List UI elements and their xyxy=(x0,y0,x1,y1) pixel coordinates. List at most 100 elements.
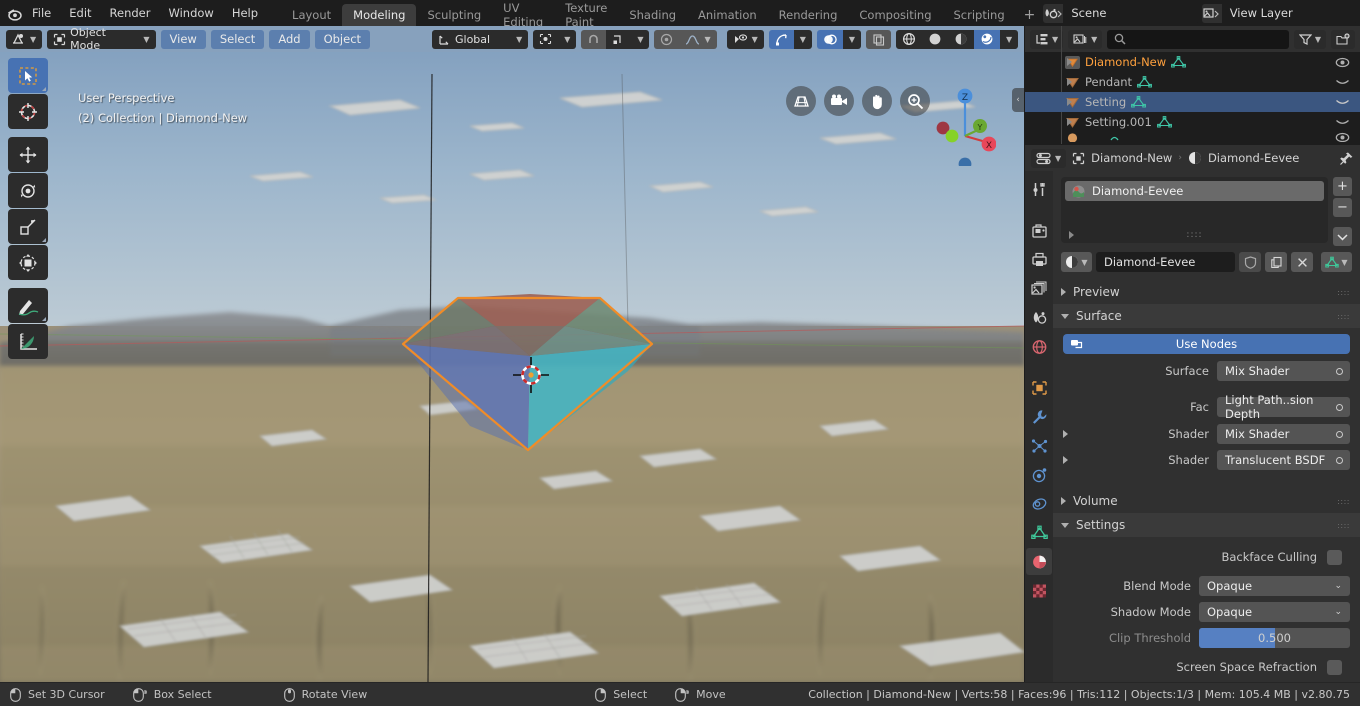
material-slot-specials-button[interactable] xyxy=(1333,227,1352,246)
transform-tool[interactable] xyxy=(8,245,48,280)
eye-closed-icon[interactable] xyxy=(1335,98,1350,107)
remove-material-slot-button[interactable]: − xyxy=(1333,198,1352,217)
cursor-tool[interactable] xyxy=(8,94,48,129)
snap-dropdown[interactable]: ▼ xyxy=(631,29,650,49)
workspace-tab-modeling[interactable]: Modeling xyxy=(342,4,417,26)
material-slot-list[interactable]: Diamond-Eevee :::: xyxy=(1061,177,1328,243)
workspace-tab-compositing[interactable]: Compositing xyxy=(848,4,942,26)
shading-rendered-icon[interactable] xyxy=(973,29,1000,49)
scene-selector[interactable]: Scene xyxy=(1043,3,1198,23)
menu-window[interactable]: Window xyxy=(159,3,222,23)
add-workspace-button[interactable]: + xyxy=(1016,4,1044,26)
properties-tab-tool[interactable] xyxy=(1026,176,1052,203)
properties-tab-modifiers[interactable] xyxy=(1026,403,1052,430)
properties-tab-render[interactable] xyxy=(1026,217,1052,244)
unlink-material-button[interactable] xyxy=(1291,252,1313,272)
menu-help[interactable]: Help xyxy=(223,3,267,23)
view-layer-icon[interactable] xyxy=(1201,3,1222,23)
viewport-sidepanel-toggle[interactable]: ‹ xyxy=(1012,88,1024,112)
outliner-row-setting-001[interactable]: Setting.001 xyxy=(1025,112,1360,132)
workspace-tab-shading[interactable]: Shading xyxy=(618,4,687,26)
panel-header-volume[interactable]: Volume :::: xyxy=(1053,489,1360,513)
workspace-tab-animation[interactable]: Animation xyxy=(687,4,768,26)
workspace-tab-uv-editing[interactable]: UV Editing xyxy=(492,1,554,29)
gizmo-icon[interactable] xyxy=(768,29,794,49)
material-slot-item[interactable]: Diamond-Eevee xyxy=(1065,181,1324,201)
browse-material-icon[interactable]: ▼ xyxy=(1061,252,1092,272)
expand-triangle-icon[interactable] xyxy=(1067,118,1072,126)
breadcrumb-object-name[interactable]: Diamond-New xyxy=(1091,151,1172,165)
viewport-menu-object[interactable]: Object xyxy=(314,29,371,49)
mesh-data-icon[interactable] xyxy=(1137,75,1153,89)
shader-value-field-1[interactable]: Mix Shader xyxy=(1217,424,1350,444)
surface-value-field[interactable]: Mix Shader xyxy=(1217,361,1350,381)
interaction-mode-selector[interactable]: Object Mode ▼ xyxy=(47,26,156,52)
properties-tab-object[interactable] xyxy=(1026,374,1052,401)
properties-editor[interactable]: ▼ Diamond-New › Diamond-Eevee Diamond-Ee… xyxy=(1025,145,1360,682)
shadow-mode-dropdown[interactable]: Opaque ⌄ xyxy=(1199,602,1350,622)
zoom-magnifier-icon[interactable] xyxy=(900,86,930,116)
mesh-data-icon[interactable] xyxy=(1171,55,1187,69)
properties-tab-scene[interactable] xyxy=(1026,304,1052,331)
eye-closed-icon[interactable] xyxy=(1335,78,1350,87)
pivot-point-icon[interactable] xyxy=(533,29,559,49)
annotate-tool[interactable] xyxy=(8,288,48,323)
pivot-point-dropdown[interactable]: ▼ xyxy=(558,29,577,49)
outliner-row-setting[interactable]: Setting xyxy=(1025,92,1360,112)
panel-header-surface[interactable]: Surface :::: xyxy=(1053,304,1360,328)
node-socket-icon[interactable] xyxy=(1336,367,1343,375)
properties-tab-constraints[interactable] xyxy=(1026,490,1052,517)
editor-type-3dview-icon[interactable]: ▼ xyxy=(6,29,43,49)
workspace-tab-texture-paint[interactable]: Texture Paint xyxy=(554,1,618,29)
select-box-tool[interactable] xyxy=(8,58,48,93)
blender-logo-icon[interactable] xyxy=(6,2,23,24)
viewlayer-selector[interactable]: View Layer xyxy=(1201,3,1356,23)
pan-hand-icon[interactable] xyxy=(862,86,892,116)
properties-tab-particles[interactable] xyxy=(1026,432,1052,459)
snap-target-icon[interactable] xyxy=(606,29,632,49)
move-tool[interactable] xyxy=(8,137,48,172)
shading-wireframe-icon[interactable] xyxy=(895,29,922,49)
add-material-slot-button[interactable]: + xyxy=(1333,177,1352,196)
expand-triangle-icon[interactable] xyxy=(1063,456,1068,464)
outliner-row-pendant[interactable]: Pendant xyxy=(1025,72,1360,92)
viewport-menu-view[interactable]: View xyxy=(160,29,206,49)
use-nodes-button[interactable]: Use Nodes xyxy=(1063,334,1350,354)
scene-icon[interactable] xyxy=(1043,3,1064,23)
mesh-data-icon[interactable] xyxy=(1156,115,1173,129)
properties-tab-world[interactable] xyxy=(1026,333,1052,360)
3d-viewport[interactable]: ▼ Object Mode ▼ View Select Add Object G… xyxy=(0,26,1024,682)
pin-icon[interactable] xyxy=(1339,151,1354,166)
snap-magnet-icon[interactable] xyxy=(581,29,607,49)
viewport-menu-select[interactable]: Select xyxy=(210,29,265,49)
editor-type-properties-icon[interactable]: ▼ xyxy=(1031,148,1067,168)
outliner-row-diamond-new[interactable]: Diamond-New xyxy=(1025,52,1360,72)
node-socket-icon[interactable] xyxy=(1336,456,1343,464)
menu-render[interactable]: Render xyxy=(101,3,160,23)
expand-triangle-icon[interactable] xyxy=(1067,78,1072,86)
fac-value-field[interactable]: Light Path..sion Depth xyxy=(1217,393,1350,421)
zoom-camera-grid-icon[interactable] xyxy=(786,86,816,116)
slot-grip-icon[interactable]: :::: xyxy=(1061,230,1328,240)
rotate-tool[interactable] xyxy=(8,173,48,208)
node-socket-icon[interactable] xyxy=(1336,430,1343,438)
properties-tab-output[interactable] xyxy=(1026,246,1052,273)
eye-closed-icon[interactable] xyxy=(1335,118,1350,127)
material-name-field[interactable]: Diamond-Eevee xyxy=(1096,252,1235,272)
properties-tab-data[interactable] xyxy=(1026,519,1052,546)
mesh-data-icon[interactable] xyxy=(1131,95,1147,109)
outliner-display-mode-icon[interactable]: ▼ xyxy=(1030,29,1064,49)
workspace-tab-scripting[interactable]: Scripting xyxy=(943,4,1016,26)
viewport-axis-gizmo[interactable]: Z X Y xyxy=(934,84,996,166)
panel-header-settings[interactable]: Settings :::: xyxy=(1053,513,1360,537)
properties-tab-view-layer[interactable] xyxy=(1026,275,1052,302)
transform-orientation-selector[interactable]: Global ▼ xyxy=(432,29,529,49)
fake-user-button[interactable] xyxy=(1239,252,1261,272)
breadcrumb-material-name[interactable]: Diamond-Eevee xyxy=(1208,151,1299,165)
eye-open-icon[interactable] xyxy=(1335,57,1350,68)
expand-triangle-icon[interactable] xyxy=(1067,58,1072,66)
proportional-edit-icon[interactable] xyxy=(654,29,680,49)
falloff-curve-icon[interactable]: ▼ xyxy=(679,29,717,49)
menu-file[interactable]: File xyxy=(23,3,60,23)
workspace-tab-rendering[interactable]: Rendering xyxy=(768,4,849,26)
